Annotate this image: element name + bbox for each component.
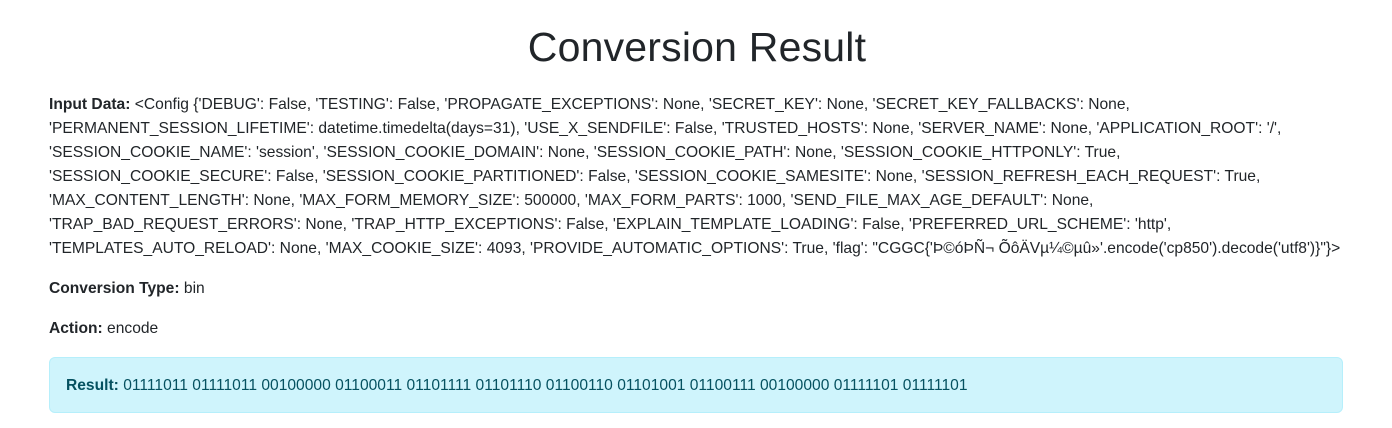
action-label: Action: — [49, 320, 103, 337]
result-label: Result: — [66, 377, 119, 394]
action-value: encode — [107, 320, 159, 337]
result-value: 01111011 01111011 00100000 01100011 0110… — [123, 377, 968, 394]
input-data-label: Input Data: — [49, 96, 131, 113]
input-data-row: Input Data: <Config {'DEBUG': False, 'TE… — [49, 93, 1345, 261]
input-data-value: <Config {'DEBUG': False, 'TESTING': Fals… — [49, 96, 1341, 257]
action-row: Action: encode — [49, 317, 158, 341]
conversion-result-container: Conversion Result Input Data: <Config {'… — [49, 0, 1345, 413]
conversion-type-label: Conversion Type: — [49, 280, 180, 297]
result-alert: Result: 01111011 01111011 00100000 01100… — [49, 357, 1343, 413]
page-title: Conversion Result — [527, 24, 867, 70]
conversion-type-row: Conversion Type: bin — [49, 277, 205, 301]
conversion-type-value: bin — [183, 280, 205, 297]
